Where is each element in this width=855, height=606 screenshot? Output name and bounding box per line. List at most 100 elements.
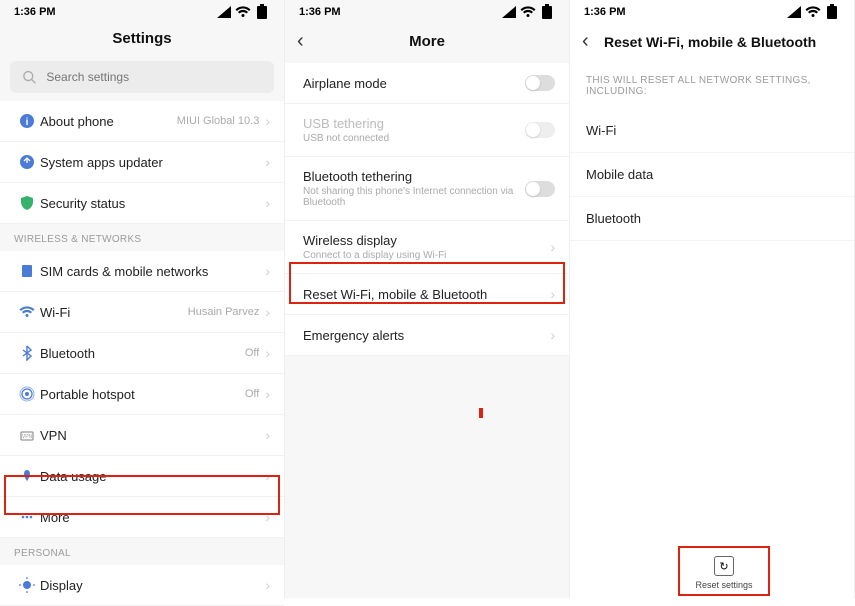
reset-icon: ↻: [714, 556, 734, 576]
row-sub: Connect to a display using Wi-Fi: [303, 250, 550, 261]
reset-item-bluetooth: Bluetooth: [570, 197, 854, 241]
status-time: 1:36 PM: [584, 6, 626, 18]
chevron-right-icon: ›: [265, 263, 270, 279]
chevron-right-icon: ›: [265, 386, 270, 402]
info-icon: i: [14, 113, 40, 129]
shield-icon: [14, 195, 40, 211]
row-label: Portable hotspot: [40, 387, 245, 402]
row-label: About phone: [40, 114, 177, 129]
sim-icon: [14, 263, 40, 279]
update-icon: [14, 154, 40, 170]
row-label: Wireless display: [303, 233, 550, 248]
vpn-icon: VPN: [14, 427, 40, 443]
row-value: Husain Parvez: [188, 306, 260, 318]
page-title: Reset Wi-Fi, mobile & Bluetooth: [604, 34, 842, 50]
header: ‹ Reset Wi-Fi, mobile & Bluetooth: [570, 22, 854, 63]
status-time: 1:36 PM: [299, 6, 341, 18]
row-usb-tethering: USB tethering USB not connected: [285, 104, 569, 157]
row-label: SIM cards & mobile networks: [40, 264, 265, 279]
toggle-bt-tether[interactable]: [525, 181, 555, 197]
reset-item-wifi: Wi-Fi: [570, 109, 854, 153]
row-label: Reset Wi-Fi, mobile & Bluetooth: [303, 287, 550, 302]
row-vpn[interactable]: VPN VPN ›: [0, 415, 284, 456]
status-bar: 1:36 PM: [570, 0, 854, 22]
row-wireless-display[interactable]: Wireless display Connect to a display us…: [285, 221, 569, 274]
row-airplane-mode[interactable]: Airplane mode: [285, 63, 569, 104]
reset-settings-button[interactable]: ↻ Reset settings: [689, 556, 759, 590]
battery-icon: [824, 4, 840, 20]
row-label: USB tethering: [303, 116, 525, 131]
page-title: Settings: [34, 30, 250, 47]
row-value: Off: [245, 347, 259, 359]
section-wireless: WIRELESS & NETWORKS: [0, 224, 284, 251]
svg-text:i: i: [26, 117, 29, 128]
row-portable-hotspot[interactable]: Portable hotspot Off ›: [0, 374, 284, 415]
wifi-icon: [235, 4, 251, 20]
status-icons: [216, 4, 270, 20]
row-sub: USB not connected: [303, 133, 525, 144]
chevron-right-icon: ›: [265, 113, 270, 129]
back-button[interactable]: ‹: [582, 30, 604, 53]
bluetooth-icon: [14, 345, 40, 361]
back-button[interactable]: ‹: [297, 30, 319, 53]
row-wifi[interactable]: Wi-Fi Husain Parvez ›: [0, 292, 284, 333]
section-personal: PERSONAL: [0, 538, 284, 565]
toggle-airplane[interactable]: [525, 75, 555, 91]
row-label: Emergency alerts: [303, 328, 550, 343]
chevron-right-icon: ›: [265, 468, 270, 484]
row-data-usage[interactable]: Data usage ›: [0, 456, 284, 497]
chevron-right-icon: ›: [265, 304, 270, 320]
battery-icon: [254, 4, 270, 20]
row-reset-network[interactable]: Reset Wi-Fi, mobile & Bluetooth ›: [285, 274, 569, 315]
search-box[interactable]: [10, 61, 274, 93]
page-title: More: [319, 33, 535, 50]
row-label: Data usage: [40, 469, 265, 484]
reset-item-mobile: Mobile data: [570, 153, 854, 197]
red-dot: [479, 408, 483, 418]
row-more[interactable]: More ›: [0, 497, 284, 538]
status-icons: [501, 4, 555, 20]
row-label: Bluetooth: [40, 346, 245, 361]
row-label: Security status: [40, 196, 265, 211]
search-icon: [22, 69, 36, 85]
row-display[interactable]: Display ›: [0, 565, 284, 606]
row-label: Airplane mode: [303, 76, 525, 91]
wifi-icon: [14, 304, 40, 320]
row-label: VPN: [40, 428, 265, 443]
row-security-status[interactable]: Security status ›: [0, 183, 284, 224]
screen-settings: 1:36 PM Settings i About phone MIUI Glob…: [0, 0, 285, 598]
row-system-updater[interactable]: System apps updater ›: [0, 142, 284, 183]
signal-icon: [216, 4, 232, 20]
hotspot-icon: [14, 386, 40, 402]
chevron-right-icon: ›: [265, 345, 270, 361]
row-sub: Not sharing this phone's Internet connec…: [303, 186, 525, 208]
row-sim-cards[interactable]: SIM cards & mobile networks ›: [0, 251, 284, 292]
signal-icon: [786, 4, 802, 20]
row-bluetooth-tethering[interactable]: Bluetooth tethering Not sharing this pho…: [285, 157, 569, 221]
row-label: More: [40, 510, 265, 525]
signal-icon: [501, 4, 517, 20]
header: ‹ More: [285, 22, 569, 63]
status-time: 1:36 PM: [14, 6, 56, 18]
reset-info: THIS WILL RESET ALL NETWORK SETTINGS, IN…: [570, 63, 854, 109]
status-icons: [786, 4, 840, 20]
wifi-icon: [805, 4, 821, 20]
row-bluetooth[interactable]: Bluetooth Off ›: [0, 333, 284, 374]
chevron-right-icon: ›: [265, 154, 270, 170]
toggle-usb: [525, 122, 555, 138]
chevron-right-icon: ›: [550, 239, 555, 255]
wifi-icon: [520, 4, 536, 20]
row-value: Off: [245, 388, 259, 400]
chevron-right-icon: ›: [265, 427, 270, 443]
search-input[interactable]: [46, 70, 262, 84]
chevron-right-icon: ›: [265, 509, 270, 525]
chevron-right-icon: ›: [550, 286, 555, 302]
status-bar: 1:36 PM: [0, 0, 284, 22]
battery-icon: [539, 4, 555, 20]
screen-reset: 1:36 PM ‹ Reset Wi-Fi, mobile & Bluetoot…: [570, 0, 855, 598]
row-emergency-alerts[interactable]: Emergency alerts ›: [285, 315, 569, 356]
header: Settings: [0, 22, 284, 57]
row-about-phone[interactable]: i About phone MIUI Global 10.3 ›: [0, 101, 284, 142]
more-icon: [14, 509, 40, 525]
display-icon: [14, 577, 40, 593]
